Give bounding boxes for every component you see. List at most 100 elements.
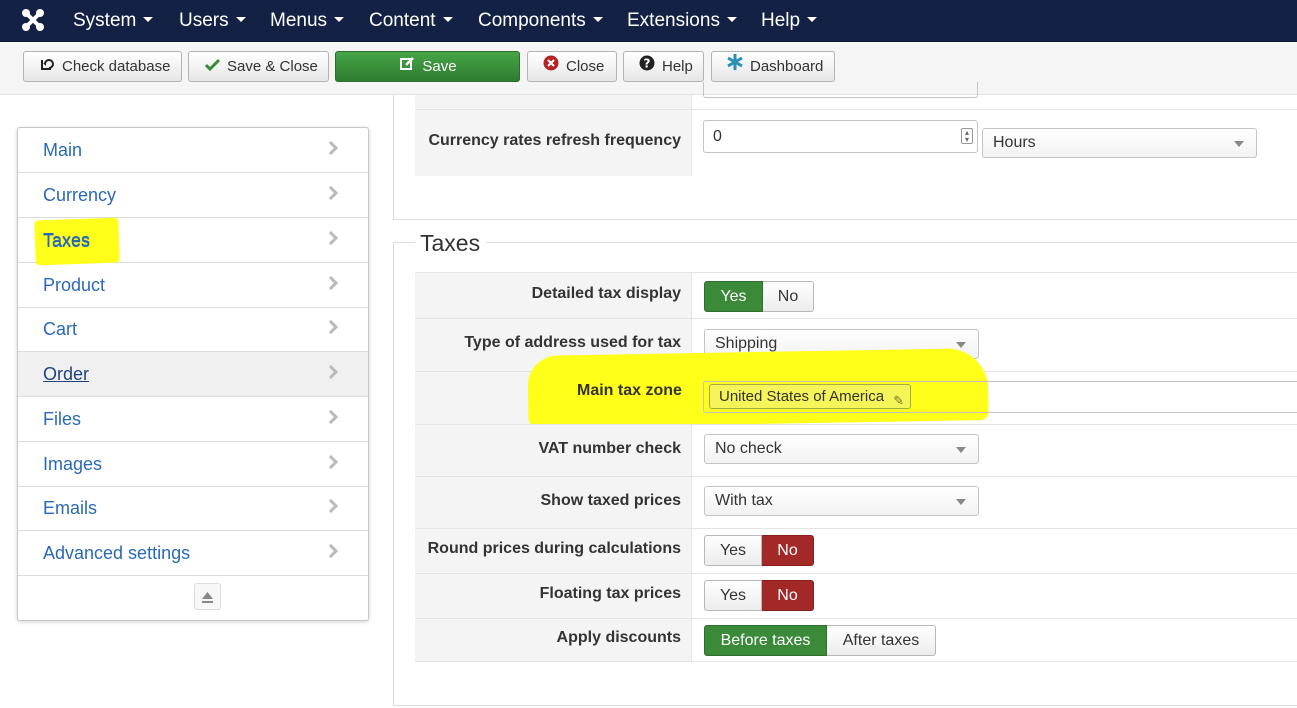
caret-down-icon bbox=[334, 17, 345, 23]
taxes-legend: Taxes bbox=[420, 230, 485, 257]
sidebar-item-label: Images bbox=[43, 454, 103, 474]
help-button[interactable]: ? Help bbox=[623, 51, 704, 82]
sidebar-item-main[interactable]: Main bbox=[18, 128, 368, 173]
row-label-cell bbox=[415, 95, 692, 110]
chevron-right-icon bbox=[323, 319, 339, 335]
collapse-up-button[interactable] bbox=[194, 583, 221, 610]
chevron-right-icon bbox=[323, 275, 339, 291]
cut-off-select[interactable] bbox=[703, 82, 978, 98]
edit-icon bbox=[398, 52, 416, 81]
check-database-label: Check database bbox=[62, 58, 171, 75]
show-taxed-prices-label: Show taxed prices bbox=[540, 491, 682, 509]
top-navbar: System Users Menus Content Components Ex… bbox=[0, 0, 1297, 42]
round-prices-no-option[interactable]: No bbox=[762, 535, 814, 566]
vat-check-label: VAT number check bbox=[538, 439, 681, 457]
dropdown-arrow-icon bbox=[956, 499, 966, 505]
eject-up-icon bbox=[202, 592, 213, 603]
dashboard-button[interactable]: Dashboard bbox=[711, 51, 835, 82]
vat-check-select[interactable]: No check bbox=[704, 434, 979, 464]
sidebar-item-label: Cart bbox=[43, 319, 78, 339]
sidebar-item-label: Currency bbox=[43, 185, 117, 205]
show-taxed-prices-value: With tax bbox=[715, 492, 773, 509]
detailed-tax-yes-option[interactable]: Yes bbox=[704, 281, 763, 312]
close-label: Close bbox=[566, 58, 605, 75]
currency-refresh-unit-select[interactable]: Hours bbox=[982, 128, 1257, 158]
row-label-cell: Detailed tax display bbox=[415, 273, 692, 318]
sidebar-item-label: Advanced settings bbox=[43, 543, 191, 563]
sidebar-item-label: Emails bbox=[43, 498, 98, 518]
help-label: Help bbox=[662, 58, 693, 75]
detailed-tax-no-option[interactable]: No bbox=[763, 281, 814, 312]
sidebar-item-label: Product bbox=[43, 275, 106, 295]
joomla-logo-icon[interactable] bbox=[20, 7, 46, 33]
dropdown-arrow-icon bbox=[956, 447, 966, 453]
chevron-right-icon bbox=[323, 409, 339, 425]
row-label-cell: Round prices during calculations bbox=[415, 529, 692, 573]
menu-users[interactable]: Users bbox=[179, 0, 246, 42]
caret-down-icon bbox=[235, 17, 246, 23]
sidebar-item-label: Files bbox=[43, 409, 82, 429]
row-label-cell: VAT number check bbox=[415, 425, 692, 476]
row-floating-tax: Floating tax prices bbox=[415, 573, 1297, 618]
save-label: Save bbox=[422, 58, 457, 75]
save-button[interactable]: Save bbox=[335, 51, 520, 82]
main-tax-zone-tag-text: United States of America bbox=[719, 388, 885, 405]
sidebar-item-order[interactable]: Order bbox=[18, 352, 368, 397]
sidebar-item-label: Order bbox=[43, 364, 90, 384]
menu-system[interactable]: System bbox=[73, 0, 154, 42]
menu-help[interactable]: Help bbox=[761, 0, 818, 42]
save-close-label: Save & Close bbox=[227, 58, 318, 75]
menu-extensions[interactable]: Extensions bbox=[627, 0, 737, 42]
dropdown-arrow-icon bbox=[956, 342, 966, 348]
row-round-prices: Round prices during calculations bbox=[415, 528, 1297, 573]
sidebar-item-advanced-settings[interactable]: Advanced settings bbox=[18, 531, 368, 576]
menu-menus[interactable]: Menus bbox=[270, 0, 345, 42]
floating-tax-label: Floating tax prices bbox=[539, 585, 681, 603]
dashboard-label: Dashboard bbox=[750, 58, 824, 75]
caret-down-icon bbox=[592, 17, 603, 23]
chevron-right-icon bbox=[323, 498, 339, 514]
caret-down-icon bbox=[442, 17, 453, 23]
row-detailed-tax-display: Detailed tax display bbox=[415, 272, 1297, 318]
close-circle-icon bbox=[542, 52, 560, 81]
sidebar-item-product[interactable]: Product bbox=[18, 263, 368, 308]
menu-content[interactable]: Content bbox=[369, 0, 453, 42]
floating-tax-yes-option[interactable]: Yes bbox=[704, 580, 762, 611]
round-prices-yes-option[interactable]: Yes bbox=[704, 535, 762, 566]
settings-sidebar: Main Currency Taxes Product Cart Order F… bbox=[17, 127, 369, 621]
address-type-value: Shipping bbox=[715, 335, 778, 352]
main-tax-zone-tag[interactable]: United States of America ✎ bbox=[709, 384, 912, 412]
detailed-tax-display-label: Detailed tax display bbox=[531, 284, 681, 302]
pencil-edit-icon[interactable]: ✎ bbox=[893, 389, 904, 412]
spinner-arrows-icon[interactable]: ▴ ▾ bbox=[961, 128, 973, 144]
menu-components[interactable]: Components bbox=[478, 0, 603, 42]
check-database-button[interactable]: Check database bbox=[23, 51, 182, 82]
chevron-right-icon bbox=[323, 364, 339, 380]
currency-refresh-input[interactable]: 0 ▴ ▾ bbox=[703, 120, 978, 153]
caret-down-icon bbox=[726, 17, 737, 23]
sidebar-item-images[interactable]: Images bbox=[18, 442, 368, 487]
apply-discounts-before-option[interactable]: Before taxes bbox=[704, 625, 827, 656]
close-button[interactable]: Close bbox=[527, 51, 617, 82]
caret-down-icon bbox=[807, 17, 818, 23]
sidebar-item-currency[interactable]: Currency bbox=[18, 173, 368, 218]
apply-discounts-label: Apply discounts bbox=[556, 629, 681, 647]
round-prices-label: Round prices during calculations bbox=[427, 540, 681, 558]
save-close-button[interactable]: Save & Close bbox=[188, 51, 329, 82]
show-taxed-prices-select[interactable]: With tax bbox=[704, 486, 979, 516]
question-circle-icon: ? bbox=[638, 52, 656, 81]
sidebar-item-taxes-label-overlay[interactable]: Taxes bbox=[43, 231, 90, 252]
currency-refresh-unit-value: Hours bbox=[993, 134, 1036, 151]
floating-tax-no-option[interactable]: No bbox=[762, 580, 814, 611]
main-tax-zone-label: Main tax zone bbox=[577, 382, 682, 399]
vat-check-value: No check bbox=[715, 440, 782, 457]
sidebar-item-files[interactable]: Files bbox=[18, 397, 368, 442]
apply-discounts-after-option[interactable]: After taxes bbox=[827, 625, 936, 656]
chevron-right-icon bbox=[323, 185, 339, 201]
chevron-right-icon bbox=[323, 454, 339, 470]
chevron-right-icon bbox=[323, 543, 339, 559]
sidebar-item-emails[interactable]: Emails bbox=[18, 486, 368, 531]
sidebar-item-cart[interactable]: Cart bbox=[18, 307, 368, 352]
chevron-right-icon bbox=[323, 140, 339, 156]
row-label-cell: Floating tax prices bbox=[415, 574, 692, 618]
